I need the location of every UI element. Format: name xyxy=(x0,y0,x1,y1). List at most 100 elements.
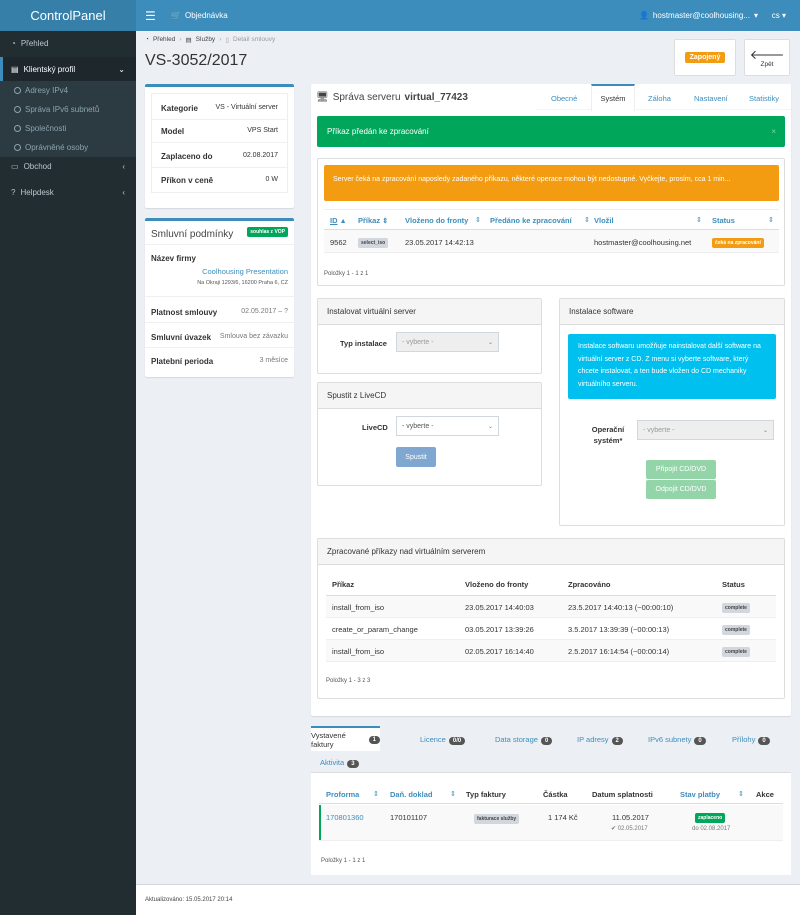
info-value: 02.08.2017 xyxy=(242,152,278,159)
dashboard-icon: ◔ xyxy=(11,38,16,48)
app-logo[interactable]: ControlPanel xyxy=(0,0,136,31)
os-select[interactable]: - vyberte - ⌄ xyxy=(637,420,774,440)
tab-ipv6-subnety[interactable]: IPv6 subnety 0 xyxy=(648,735,706,745)
queue-panel: Server čeká na zpracování naposledy zada… xyxy=(317,158,785,286)
cell-by: hostmaster@coolhousing.net xyxy=(594,238,692,247)
col-zpracovano: Zpracováno xyxy=(568,580,611,589)
contract-label: Smluvní úvazek xyxy=(151,333,212,342)
tab-data-storage[interactable]: Data storage 0 xyxy=(495,735,553,745)
info-value: VS - Virtuální server xyxy=(215,104,278,111)
order-link[interactable]: 🛒 Objednávka xyxy=(171,11,228,20)
question-icon: ? xyxy=(11,187,16,197)
count-badge: 1 xyxy=(368,735,380,744)
sidebar-item-prehled[interactable]: ◔ Přehled xyxy=(0,31,136,55)
tab-nastaveni[interactable]: Nastavení xyxy=(694,94,728,103)
sidebar-item-obchod[interactable]: ▭ Obchod ‹ xyxy=(0,154,136,178)
sidebar-subitem-ipv4[interactable]: Adresy IPv4 xyxy=(0,81,136,100)
user-menu[interactable]: 👤 hostmaster@coolhousing... ▾ xyxy=(639,11,758,20)
sort-asc-icon[interactable]: ▲ xyxy=(340,218,347,225)
col-vlozeno[interactable]: Vloženo do fronty xyxy=(405,216,468,225)
install-type-select[interactable]: - vyberte - ⌄ xyxy=(396,332,499,352)
sort-icon[interactable]: ⇕ xyxy=(450,790,456,798)
cell-queued: 23.05.2017 14:42:13 xyxy=(405,238,474,247)
status-badge: complete xyxy=(722,625,750,635)
sidebar-item-helpdesk[interactable]: ? Helpdesk ‹ xyxy=(0,180,136,204)
sidebar-item-klientsky-profil[interactable]: ▤ Klientský profil ⌄ xyxy=(0,57,136,81)
table-row xyxy=(326,596,776,617)
contract-value: 3 měsíce xyxy=(259,357,288,364)
col-stav[interactable]: Stav platby xyxy=(680,790,720,799)
tab-zaloha[interactable]: Záloha xyxy=(648,94,671,103)
livecd-select[interactable]: - vyberte - ⌄ xyxy=(396,416,499,436)
col-status[interactable]: Status xyxy=(712,216,735,225)
warning-alert: Server čeká na zpracování naposledy zada… xyxy=(324,165,779,201)
page-title: VS-3052/2017 xyxy=(145,52,248,69)
col-predano[interactable]: Předáno ke zpracování xyxy=(490,216,572,225)
cell-id: 9562 xyxy=(330,238,347,247)
cart-icon: 🛒 xyxy=(171,11,181,20)
company-link[interactable]: Coolhousing Presentation xyxy=(202,267,288,276)
sort-icon[interactable]: ⇕ xyxy=(584,216,590,224)
money-icon: ▭ xyxy=(11,161,19,171)
sort-icon[interactable]: ⇕ xyxy=(768,216,774,224)
detach-cd-button[interactable]: Odpojit CD/DVD xyxy=(646,480,716,499)
status-badge: complete xyxy=(722,647,750,657)
bottom-tabs: Vystavené faktury 1 Licence 0/0 Data stora… xyxy=(311,726,791,773)
language-switch[interactable]: cs ▾ xyxy=(772,11,786,20)
breadcrumb-item: Detail smlouvy xyxy=(232,36,276,43)
footer: Aktualizováno: 15.05.2017 20:14 xyxy=(136,884,800,915)
user-icon: 👤 xyxy=(638,11,649,20)
contract-label: Platnost smlouvy xyxy=(151,308,218,317)
proforma-link[interactable]: 170801360 xyxy=(326,813,364,822)
col-proforma[interactable]: Proforma xyxy=(326,790,359,799)
info-label: Model xyxy=(161,127,185,136)
tab-prilohy[interactable]: Přílohy 0 xyxy=(732,735,770,745)
sort-icon[interactable]: ⇕ xyxy=(738,790,744,798)
count-badge: 0 xyxy=(758,737,770,745)
count-badge: 3 xyxy=(347,760,359,768)
invoice-type-label: fakturace služby xyxy=(474,814,520,824)
sidebar-subitem-ipv6[interactable]: Správa IPv6 subnetů xyxy=(0,100,136,119)
paid-on: ✔ 02.05.2017 xyxy=(611,826,648,832)
attach-cd-button[interactable]: Připojit CD/DVD xyxy=(646,460,716,479)
close-icon[interactable]: × xyxy=(771,127,776,136)
col-vlozil[interactable]: Vložil xyxy=(594,216,614,225)
install-vs-panel: Instalovat virtuální server Typ instalac… xyxy=(317,298,542,374)
status-badge: complete xyxy=(722,603,750,613)
dashboard-icon: ◔ xyxy=(145,36,149,43)
tab-statistiky[interactable]: Statistiky xyxy=(749,94,779,103)
pagination-info: Položky 1 - 1 z 1 xyxy=(321,858,366,864)
caret-icon: ⌄ xyxy=(487,423,493,430)
sort-icon[interactable]: ⇕ xyxy=(373,790,379,798)
sort-icon[interactable]: ⇕ xyxy=(696,216,702,224)
panel-title: Instalovat virtuální server xyxy=(318,299,541,325)
info-label: Zaplaceno do xyxy=(161,152,213,161)
menu-toggle-icon[interactable]: ☰ xyxy=(145,9,159,23)
col-prikaz: Příkaz xyxy=(332,580,355,589)
pagination-info: Položky 1 - 3 z 3 xyxy=(326,678,371,684)
tab-aktivita[interactable]: Aktivita 3 xyxy=(320,758,359,768)
col-id[interactable]: ID xyxy=(330,216,338,225)
sidebar-subitem-companies[interactable]: Společnosti xyxy=(0,119,136,138)
tab-faktury[interactable]: Vystavené faktury 1 xyxy=(311,726,380,751)
tab-licence[interactable]: Licence 0/0 xyxy=(420,735,466,745)
back-button[interactable]: 🡐 Zpět xyxy=(744,39,790,76)
software-info-alert: Instalace softwaru umožňuje nainstalovat… xyxy=(568,334,776,399)
os-label: Operační systém* xyxy=(591,425,625,445)
col-dan-doklad[interactable]: Daň. doklad xyxy=(390,790,433,799)
paid-badge: zaplaceno xyxy=(695,813,726,823)
tab-system[interactable]: Systém xyxy=(591,84,635,111)
breadcrumb-item[interactable]: Přehled xyxy=(153,36,175,44)
sort-icon[interactable]: ⇕ xyxy=(475,216,481,224)
tab-ip-adresy[interactable]: IP adresy 2 xyxy=(577,735,623,745)
col-prikaz[interactable]: Příkaz xyxy=(358,216,380,225)
invoices-panel: Proforma ⇕ Daň. doklad ⇕ Typ faktury Čás… xyxy=(311,773,791,875)
sort-icon[interactable]: ⇕ xyxy=(382,218,388,225)
livecd-panel: Spustit z LiveCD LiveCD - vyberte - ⌄ Spu… xyxy=(317,382,542,486)
tab-obecne[interactable]: Obecné xyxy=(551,94,577,103)
breadcrumb-item[interactable]: Služby xyxy=(196,36,216,44)
spustit-button[interactable]: Spustit xyxy=(396,447,436,467)
chevron-left-icon: ‹ xyxy=(122,187,125,197)
livecd-label: LiveCD xyxy=(362,423,388,432)
status-badge: Zapojený xyxy=(684,52,726,63)
